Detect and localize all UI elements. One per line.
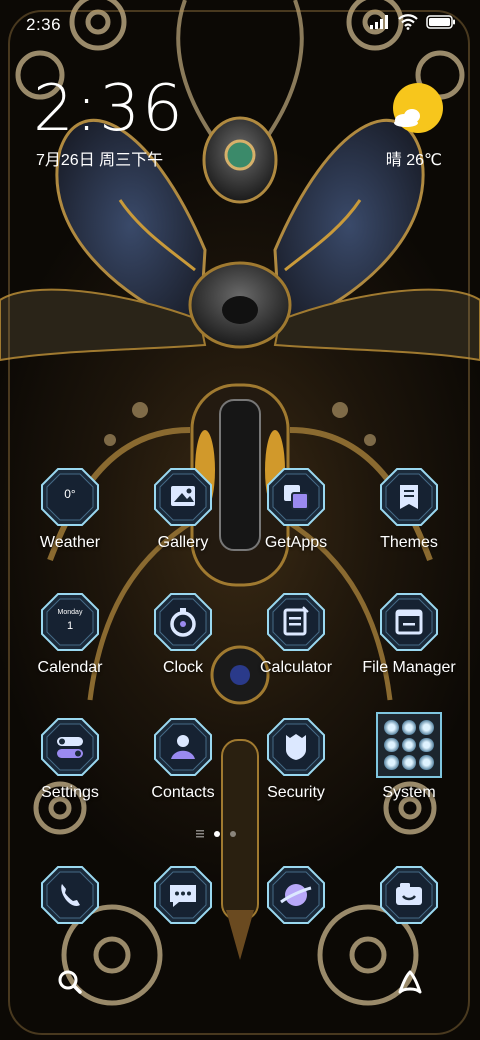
dock-camera[interactable] xyxy=(354,866,464,924)
file-manager-icon xyxy=(380,593,438,651)
page-dot-active xyxy=(214,831,220,837)
themes-icon xyxy=(380,468,438,526)
weather-text: 晴 26℃ xyxy=(385,152,442,169)
calendar-day: 1 xyxy=(66,620,74,632)
app-label: Gallery xyxy=(157,534,209,551)
app-label: Weather xyxy=(39,534,101,551)
app-file-manager[interactable]: File Manager xyxy=(354,593,464,677)
folder-mini-icon xyxy=(384,755,399,770)
app-getapps[interactable]: GetApps xyxy=(241,468,351,552)
app-clock[interactable]: Clock xyxy=(128,593,238,677)
dock-phone[interactable] xyxy=(15,866,125,924)
contacts-icon xyxy=(154,718,212,776)
shield-icon xyxy=(267,718,325,776)
app-label: Clock xyxy=(162,659,203,676)
folder-mini-icon xyxy=(384,737,399,753)
menu-lines-icon xyxy=(196,830,204,838)
planet-icon xyxy=(267,866,325,924)
app-label: Contacts xyxy=(151,784,215,801)
folder-icon xyxy=(376,712,442,778)
folder-mini-icon xyxy=(401,720,417,735)
app-label: Calendar xyxy=(37,659,103,676)
app-label: GetApps xyxy=(264,534,328,551)
signal-icon xyxy=(370,15,388,29)
gallery-icon xyxy=(154,468,212,526)
app-calculator[interactable]: Calculator xyxy=(241,593,351,677)
status-time: 2:36 xyxy=(26,15,62,34)
status-bar: 2:36 xyxy=(0,0,480,50)
search-icon[interactable] xyxy=(52,964,88,1000)
app-settings[interactable]: Settings xyxy=(15,718,125,802)
folder-mini-icon xyxy=(401,755,417,770)
calculator-icon xyxy=(267,593,325,651)
app-weather[interactable]: 0° Weather xyxy=(15,468,125,552)
assistant-icon[interactable] xyxy=(392,964,428,1000)
app-folder-system[interactable]: System xyxy=(354,712,464,802)
camera-icon xyxy=(380,866,438,924)
app-gallery[interactable]: Gallery xyxy=(128,468,238,552)
phone-icon xyxy=(41,866,99,924)
clock-widget-date: 7月26日 周三下午 xyxy=(36,152,164,169)
chat-icon xyxy=(154,866,212,924)
page-dot xyxy=(230,831,236,837)
sun-cloud-icon[interactable] xyxy=(392,82,444,134)
page-indicator[interactable] xyxy=(196,830,236,838)
battery-icon xyxy=(426,15,455,29)
app-security[interactable]: Security xyxy=(241,718,351,802)
app-label: Settings xyxy=(41,784,99,801)
weather-app-glyph: 0° xyxy=(64,487,76,501)
calendar-weekday: Monday xyxy=(57,609,83,616)
clock-widget-time[interactable]: 2:36 xyxy=(33,72,185,146)
folder-mini-icon xyxy=(419,720,434,735)
dock-messages[interactable] xyxy=(128,866,238,924)
app-contacts[interactable]: Contacts xyxy=(128,718,238,802)
folder-mini-icon xyxy=(419,755,434,770)
app-label: Themes xyxy=(380,534,438,551)
dock-browser[interactable] xyxy=(241,866,351,924)
toggle-settings-icon xyxy=(41,718,99,776)
app-label: Security xyxy=(267,784,325,801)
wifi-icon xyxy=(398,14,418,30)
app-label: File Manager xyxy=(362,659,456,676)
status-icons xyxy=(370,14,456,30)
folder-mini-icon xyxy=(419,737,434,753)
getapps-icon xyxy=(267,468,325,526)
folder-mini-icon xyxy=(384,720,399,735)
app-label: Calculator xyxy=(259,659,333,676)
app-label: System xyxy=(382,784,436,801)
folder-mini-icon xyxy=(401,737,417,753)
app-themes[interactable]: Themes xyxy=(354,468,464,552)
home-screen: 2:36 2:36 7月26日 周三下午 晴 26℃ 0° Weather Ga… xyxy=(0,0,480,1040)
app-calendar[interactable]: Monday 1 Calendar xyxy=(15,593,125,677)
stopwatch-icon xyxy=(154,593,212,651)
